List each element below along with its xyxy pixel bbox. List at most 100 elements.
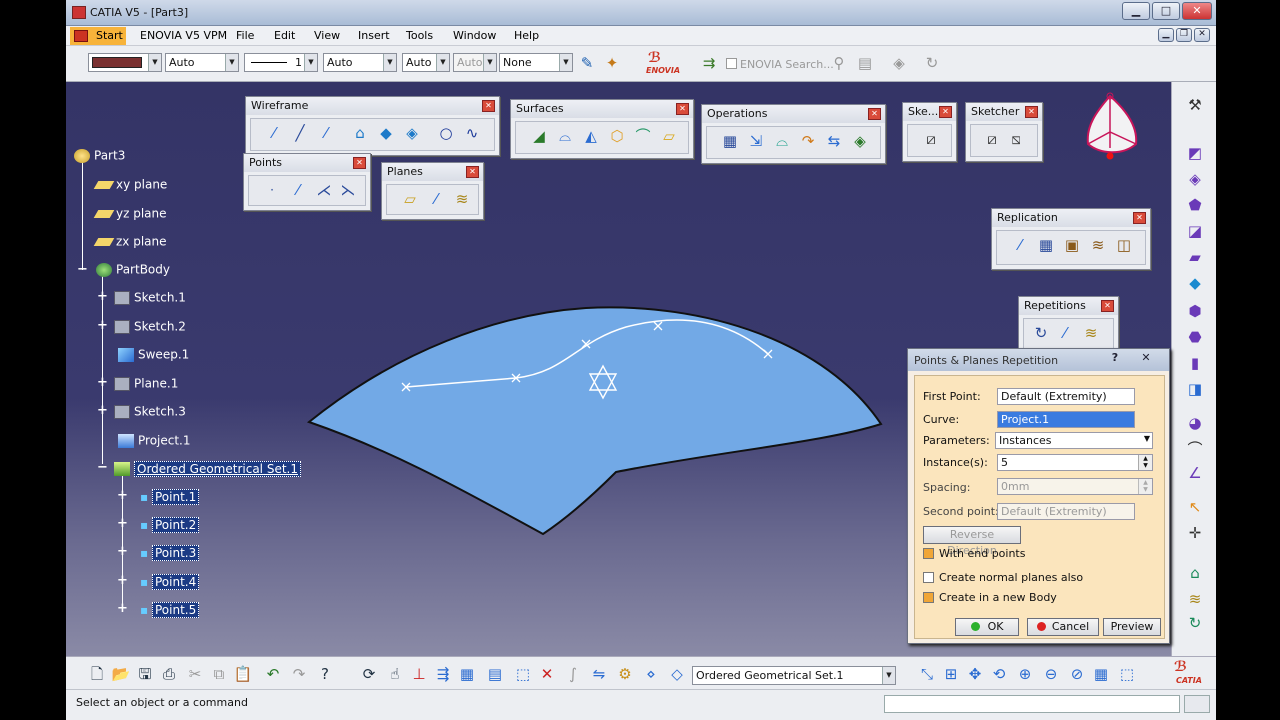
define-work-object-icon[interactable]: ◇ xyxy=(666,663,688,685)
collapse-icon[interactable]: − xyxy=(77,263,88,276)
view-mode-icon[interactable]: ▤ xyxy=(484,663,506,685)
join-icon[interactable]: ▦ xyxy=(719,130,741,152)
3d-curve-icon[interactable]: ⌂ xyxy=(1184,562,1206,584)
layer-combo[interactable]: None ▼ xyxy=(499,53,573,72)
pan-icon[interactable]: ⊞ xyxy=(940,663,962,685)
circle-tool-icon[interactable]: ○ xyxy=(435,122,457,144)
menu-tools[interactable]: Tools xyxy=(406,29,433,42)
close-icon[interactable]: ✕ xyxy=(1101,300,1114,312)
repeat-icon[interactable]: ↻ xyxy=(1184,612,1206,634)
positioned-sketch-icon[interactable]: ⧅ xyxy=(1005,128,1027,150)
menu-insert[interactable]: Insert xyxy=(358,29,390,42)
points-repetition-icon[interactable]: ⁄ xyxy=(287,179,309,201)
extrude-icon[interactable]: ◢ xyxy=(528,125,550,147)
expand-icon[interactable]: + xyxy=(117,545,128,558)
enovia-search-icon[interactable]: ⚲ xyxy=(828,52,850,74)
zoom-out-icon[interactable]: ⊖ xyxy=(1040,663,1062,685)
power-input-field[interactable] xyxy=(884,695,1180,713)
sketcher-icon[interactable]: ⚒ xyxy=(1184,94,1206,116)
doc-close-button[interactable]: ✕ xyxy=(1194,28,1210,42)
power-copy-icon[interactable]: ▣ xyxy=(1061,234,1083,256)
blend-icon[interactable]: ▱ xyxy=(658,125,680,147)
menu-view[interactable]: View xyxy=(314,29,340,42)
sweep-surface-icon[interactable]: ◆ xyxy=(1184,272,1206,294)
new-icon[interactable]: 🗋 xyxy=(86,663,108,685)
dialog-close-button[interactable]: ✕ xyxy=(1129,351,1163,367)
fillet-surface-icon[interactable]: ◕ xyxy=(1184,412,1206,434)
tree-node-part3[interactable]: Part3 xyxy=(74,148,125,163)
axis-system-icon[interactable]: ✛ xyxy=(1184,522,1206,544)
enovia-connect-icon[interactable]: ⇉ xyxy=(698,52,720,74)
with-end-points-checkbox[interactable] xyxy=(923,548,934,559)
parallel-curve-icon[interactable]: ◈ xyxy=(401,122,423,144)
healing-icon[interactable]: ⬣ xyxy=(1184,326,1206,348)
close-icon[interactable]: ✕ xyxy=(466,166,479,178)
tree-node-sketch1[interactable]: Sketch.1 xyxy=(114,290,186,305)
expand-icon[interactable]: + xyxy=(117,489,128,502)
point-tool-icon[interactable]: ⁄ xyxy=(263,122,285,144)
boundary-icon[interactable]: ◨ xyxy=(1184,378,1206,400)
close-icon[interactable]: ✕ xyxy=(1133,212,1146,224)
create-new-body-checkbox[interactable] xyxy=(923,592,934,603)
fly-mode-icon[interactable]: ☝ xyxy=(384,663,406,685)
extract-icon[interactable]: ⌓ xyxy=(771,130,793,152)
collapse-icon[interactable]: − xyxy=(97,461,108,474)
close-icon[interactable]: ✕ xyxy=(676,103,689,115)
properties-icon[interactable]: ✦ xyxy=(601,52,623,74)
doc-minimize-button[interactable]: ▁ xyxy=(1158,28,1174,42)
object-repetition-xn-icon[interactable]: ↻ xyxy=(1030,322,1052,344)
tree-node-plane1[interactable]: Plane.1 xyxy=(114,376,178,391)
create-normal-planes-checkbox[interactable] xyxy=(923,572,934,583)
paste-icon[interactable]: 📋 xyxy=(232,663,254,685)
menu-window[interactable]: Window xyxy=(453,29,496,42)
close-icon[interactable]: ✕ xyxy=(868,108,881,120)
copy-icon[interactable]: ⧉ xyxy=(208,663,230,685)
tree-node-sweep[interactable]: Sweep.1 xyxy=(118,347,189,362)
line-tool-icon[interactable]: ╱ xyxy=(289,122,311,144)
translate-icon[interactable]: ⇆ xyxy=(823,130,845,152)
curve-field[interactable]: Project.1 xyxy=(997,411,1135,428)
spacing-stepper[interactable]: ▲ ▼ xyxy=(1138,479,1152,494)
tree-expand-icon[interactable]: ⇶ xyxy=(432,663,454,685)
sweep-tool-icon[interactable]: ◭ xyxy=(580,125,602,147)
extrude-icon[interactable]: ◩ xyxy=(1184,142,1206,164)
split-icon[interactable]: ⇲ xyxy=(745,130,767,152)
point-create-icon[interactable]: · xyxy=(261,179,283,201)
sphere-icon[interactable]: ⬟ xyxy=(1184,194,1206,216)
fill-icon[interactable]: ⬡ xyxy=(606,125,628,147)
points-planes-repetition-icon[interactable]: ⁄ xyxy=(1054,322,1076,344)
menu-enovia[interactable]: ENOVIA V5 VPM xyxy=(140,29,227,42)
spacing-field[interactable]: 0mm ▲ ▼ xyxy=(997,478,1153,495)
fillet-icon[interactable]: ↷ xyxy=(797,130,819,152)
extremum-icon[interactable]: ⋌ xyxy=(313,179,335,201)
zoom-in-icon[interactable]: ⊕ xyxy=(1014,663,1036,685)
menu-edit[interactable]: Edit xyxy=(274,29,295,42)
expand-icon[interactable]: + xyxy=(117,517,128,530)
instances-stepper[interactable]: ▲ ▼ xyxy=(1138,455,1152,470)
parameters-select[interactable]: Instances ▼ xyxy=(995,432,1153,449)
join-surface-icon[interactable]: ⬢ xyxy=(1184,300,1206,322)
tree-node-point1[interactable]: ▪ Point.1 xyxy=(140,488,200,505)
doc-restore-button[interactable]: ❐ xyxy=(1176,28,1192,42)
enovia-refresh-icon[interactable]: ↻ xyxy=(921,52,943,74)
tree-node-point5[interactable]: ▪ Point.5 xyxy=(140,601,200,618)
tree-node-point3[interactable]: ▪ Point.3 xyxy=(140,544,200,561)
enovia-list-icon[interactable]: ▤ xyxy=(854,52,876,74)
grid-icon[interactable]: ▦ xyxy=(456,663,478,685)
close-icon[interactable]: ✕ xyxy=(353,157,366,169)
tree-node-xy-plane[interactable]: xy plane xyxy=(93,177,167,192)
minimize-button[interactable]: ▁ xyxy=(1122,2,1150,20)
transparency-combo[interactable]: Auto ▼ xyxy=(165,53,239,72)
offset-surface-icon[interactable]: ▰ xyxy=(1184,246,1206,268)
analysis-icon[interactable]: ∠ xyxy=(1184,462,1206,484)
select-icon[interactable]: ↖ xyxy=(1184,496,1206,518)
rectangular-pattern-icon[interactable]: ▦ xyxy=(1035,234,1057,256)
menu-file[interactable]: File xyxy=(236,29,254,42)
enovia-node-icon[interactable]: ◈ xyxy=(888,52,910,74)
expand-icon[interactable]: + xyxy=(97,319,108,332)
normal-view-icon[interactable]: ⊘ xyxy=(1066,663,1088,685)
swept-surface[interactable] xyxy=(306,306,883,536)
cut-icon[interactable]: ✂ xyxy=(184,663,206,685)
close-icon[interactable]: ✕ xyxy=(482,100,495,112)
cancel-button[interactable]: Cancel xyxy=(1027,618,1099,636)
